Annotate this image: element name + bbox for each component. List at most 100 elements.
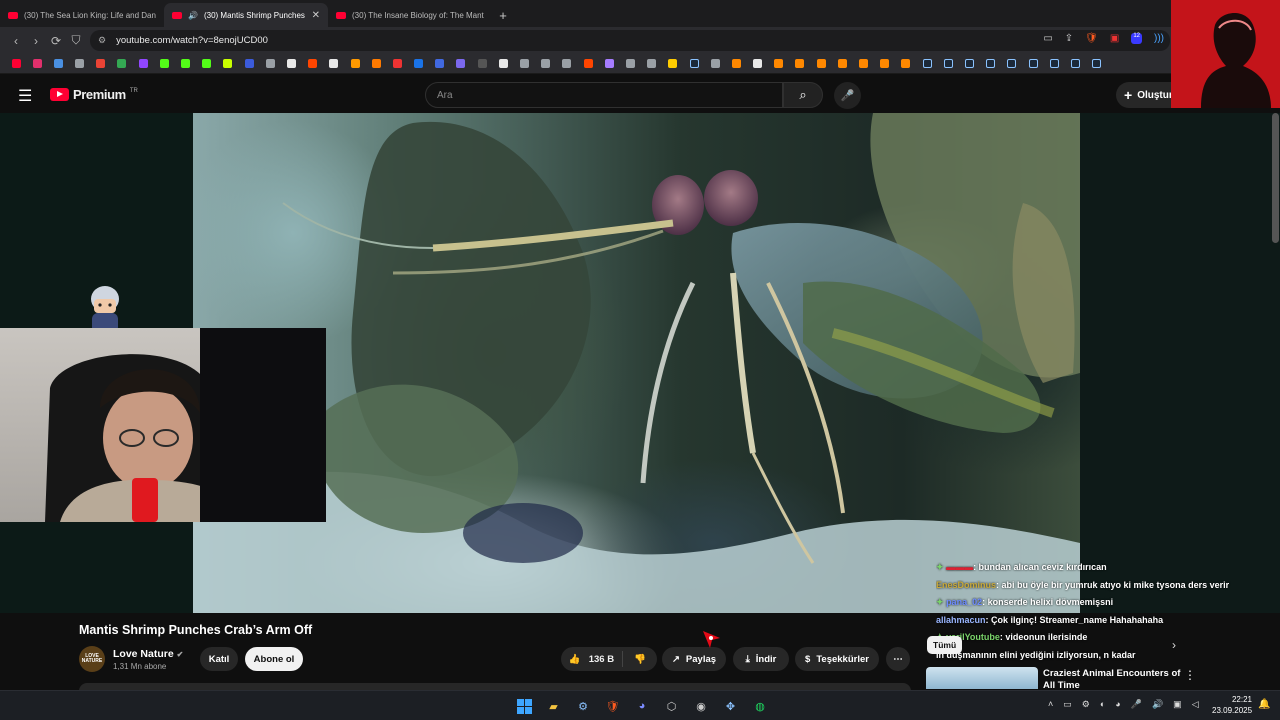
address-bar[interactable]: ⚙ youtube.com/watch?v=8enojUCD00 ▭ ⇪ 🛡 ▣… (90, 30, 1170, 51)
bookmark-icon[interactable] (813, 56, 829, 72)
search-button[interactable]: ⌕ (783, 82, 823, 108)
battery-icon[interactable]: ▭ (1063, 699, 1072, 710)
bookmark-icon[interactable] (93, 56, 109, 72)
bookmark-icon[interactable] (622, 56, 638, 72)
share-button[interactable]: ↗ Paylaş (662, 647, 726, 671)
bookmark-icon[interactable] (856, 56, 872, 72)
bookmark-icon[interactable] (559, 56, 575, 72)
bookmark-icon[interactable] (834, 56, 850, 72)
channel-name[interactable]: Love Nature ✔ (113, 648, 183, 660)
network-app-icon[interactable]: ✥ (721, 696, 741, 716)
download-button[interactable]: ⤓ İndir (733, 647, 789, 671)
bookmark-icon[interactable] (241, 56, 257, 72)
wifi-extension-icon[interactable]: ))) (1154, 33, 1164, 44)
bookmark-icon[interactable] (961, 56, 977, 72)
dislike-button[interactable]: 👎 (623, 654, 657, 665)
tab-insane-biology[interactable]: (30) The Insane Biology of: The Mant (328, 3, 492, 27)
bookmark-icon[interactable] (178, 56, 194, 72)
network-icon[interactable]: ▣ (1173, 699, 1182, 710)
notification-icon[interactable]: 🔔 (1258, 699, 1270, 710)
new-tab-button[interactable]: + (492, 3, 514, 27)
reload-icon[interactable]: ⟳ (46, 34, 66, 48)
close-tab-icon[interactable]: ✕ (312, 10, 320, 21)
bookmark-icon[interactable] (347, 56, 363, 72)
mic-tray-icon[interactable]: 🎤 (1131, 699, 1142, 710)
bookmark-icon[interactable] (50, 56, 66, 72)
search-input[interactable]: Ara (425, 82, 783, 108)
tab-mantis-shrimp[interactable]: 🔊 (30) Mantis Shrimp Punches ✕ (164, 3, 328, 27)
tray-chevron-icon[interactable]: ˄ (1048, 699, 1053, 710)
subscribe-button[interactable]: Abone ol (245, 647, 303, 671)
bookmark-icon[interactable] (220, 56, 236, 72)
recommended-thumbnail[interactable] (926, 667, 1038, 689)
bookmark-icon[interactable] (411, 56, 427, 72)
chevron-right-icon[interactable]: › (1172, 638, 1176, 652)
bookmark-icon[interactable] (1067, 56, 1083, 72)
bookmark-icon[interactable] (1089, 56, 1105, 72)
discord-icon[interactable]: ◕ (632, 696, 652, 716)
tray-app-icon[interactable]: ⚙ (1082, 699, 1090, 710)
bookmark-icon[interactable] (283, 56, 299, 72)
clock[interactable]: 22:21 23.09.2025 (1212, 694, 1252, 716)
youtube-logo[interactable]: Premium TR (50, 87, 138, 102)
brave-shield-icon[interactable]: 🛡 (1085, 33, 1098, 44)
steam-icon[interactable]: ⚙ (573, 696, 593, 716)
bookmark-icon[interactable] (983, 56, 999, 72)
bookmark-icon[interactable] (919, 56, 935, 72)
tab-sea-lion[interactable]: (30) The Sea Lion King: Life and Dang (0, 3, 164, 27)
bookmark-icon[interactable] (262, 56, 278, 72)
recommended-more-icon[interactable]: ⋮ (1184, 668, 1196, 682)
bookmark-icon[interactable] (771, 56, 787, 72)
epic-games-icon[interactable]: ⬡ (662, 696, 682, 716)
page-scrollbar[interactable] (1272, 113, 1279, 243)
discord-tray-icon[interactable]: ◕ (1115, 699, 1120, 710)
thanks-button[interactable]: $ Teşekkürler (795, 647, 879, 671)
filter-chip-all[interactable]: Tümü (927, 636, 963, 654)
bookmark-icon[interactable]: ⛉ (66, 33, 86, 48)
bookmark-icon[interactable] (707, 56, 723, 72)
recommended-title[interactable]: Craziest Animal Encounters of All Time (1043, 668, 1183, 692)
bookmark-icon[interactable] (517, 56, 533, 72)
bookmark-icon[interactable] (199, 56, 215, 72)
bookmark-icon[interactable] (432, 56, 448, 72)
speaker-tray-icon[interactable]: ◁ (1192, 699, 1199, 710)
bookmark-icon[interactable] (389, 56, 405, 72)
forward-icon[interactable]: › (26, 34, 46, 48)
bookmark-icon[interactable] (72, 56, 88, 72)
bookmark-icon[interactable] (1025, 56, 1041, 72)
bookmark-icon[interactable] (898, 56, 914, 72)
spotify-icon[interactable]: ◍ (750, 696, 770, 716)
bookmark-icon[interactable] (792, 56, 808, 72)
bookmark-icon[interactable] (453, 56, 469, 72)
site-settings-icon[interactable]: ⚙ (98, 35, 106, 46)
like-button[interactable]: 👍 136 B (561, 651, 623, 667)
bookmark-icon[interactable] (368, 56, 384, 72)
bookmark-icon[interactable] (686, 56, 702, 72)
voice-search-button[interactable]: 🎤 (834, 82, 861, 109)
file-explorer-icon[interactable]: ▰ (544, 696, 564, 716)
join-button[interactable]: Katıl (200, 647, 238, 671)
channel-avatar[interactable]: LOVE NATURE (79, 646, 105, 672)
brave-browser-icon[interactable]: 🛡 (603, 696, 623, 716)
volume-icon[interactable]: 🔊 (1152, 699, 1163, 710)
bookmark-icon[interactable] (305, 56, 321, 72)
cast-icon[interactable]: ▭ (1043, 33, 1052, 44)
bookmark-icon[interactable] (877, 56, 893, 72)
windows-start-icon[interactable] (514, 696, 534, 716)
bookmark-icon[interactable] (114, 56, 130, 72)
bookmark-icon[interactable] (495, 56, 511, 72)
menu-icon[interactable]: ☰ (18, 86, 32, 106)
bookmark-icon[interactable] (474, 56, 490, 72)
extension-icon[interactable]: ▣ (1110, 33, 1119, 44)
steam-tray-icon[interactable]: ◐ (1100, 699, 1105, 710)
bookmark-icon[interactable] (326, 56, 342, 72)
share-icon[interactable]: ⇪ (1065, 33, 1073, 44)
obs-icon[interactable]: ◉ (691, 696, 711, 716)
bookmark-icon[interactable] (580, 56, 596, 72)
more-actions-button[interactable]: ⋯ (886, 647, 910, 671)
bookmark-icon[interactable] (644, 56, 660, 72)
bookmark-icon[interactable] (1046, 56, 1062, 72)
bookmark-icon[interactable] (940, 56, 956, 72)
bookmark-icon[interactable] (728, 56, 744, 72)
bookmark-icon[interactable] (29, 56, 45, 72)
